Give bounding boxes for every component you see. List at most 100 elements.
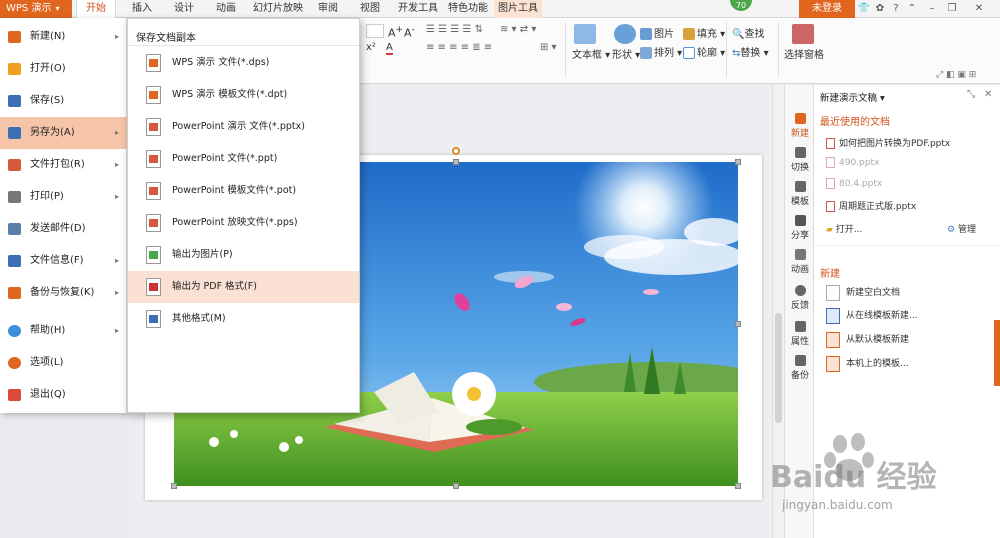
tab-review[interactable]: 审阅 — [312, 0, 344, 18]
save-as-pps[interactable]: PowerPoint 放映文件(*.pps) — [128, 207, 359, 239]
tab-design[interactable]: 设计 — [168, 0, 200, 18]
scrollbar-thumb[interactable] — [775, 313, 782, 423]
tab-developer[interactable]: 开发工具 — [396, 0, 440, 18]
close-icon[interactable]: ✕ — [965, 2, 993, 16]
sidebar-item-template[interactable]: 模板 — [785, 181, 815, 207]
save-as-dps[interactable]: WPS 演示 文件(*.dps) — [128, 47, 359, 79]
tab-view[interactable]: 视图 — [354, 0, 386, 18]
quick-status-icons[interactable]: ⤢ ◧ ▣ ⊞ — [936, 70, 976, 80]
menu-item-package[interactable]: 文件打包(R) ▸ — [0, 149, 127, 181]
rotate-handle[interactable] — [452, 147, 460, 155]
tab-home[interactable]: 开始 — [76, 0, 116, 18]
superscript-icon[interactable]: x² — [366, 42, 376, 53]
tab-picture-tools[interactable]: 图片工具 — [494, 0, 542, 18]
menu-item-file-info[interactable]: 文件信息(F) ▸ — [0, 245, 127, 277]
recent-file[interactable]: 490.pptx — [826, 157, 879, 168]
resize-handle[interactable] — [735, 159, 741, 165]
replace-button[interactable]: ⇆替换 ▾ — [732, 44, 769, 59]
paragraph-align-icons-2[interactable]: ≡ ≡ ≡ ≡ ≣ ≡ — [426, 42, 492, 53]
minimize-ribbon-icon[interactable]: ⌃ — [905, 2, 919, 16]
tab-features[interactable]: 特色功能 — [446, 0, 490, 18]
help-icon[interactable]: ? — [889, 2, 903, 16]
menu-item-save-as[interactable]: 另存为(A) ▸ — [0, 117, 127, 149]
local-templates[interactable]: 本机上的模板... — [826, 354, 909, 374]
resize-handle[interactable] — [453, 483, 459, 489]
font-size-box[interactable] — [366, 24, 384, 38]
exit-icon — [8, 389, 21, 401]
menu-item-label: 发送邮件(D) — [30, 223, 86, 234]
outline-button[interactable]: 轮廓 ▾ — [683, 44, 725, 59]
new-from-default-template[interactable]: 从默认模板新建 — [826, 330, 909, 350]
resize-handle[interactable] — [171, 483, 177, 489]
resize-handle[interactable] — [735, 321, 741, 327]
save-as-pptx[interactable]: PowerPoint 演示 文件(*.pptx) — [128, 111, 359, 143]
login-button[interactable]: 未登录 — [799, 0, 855, 18]
menu-item-send-email[interactable]: 发送邮件(D) — [0, 213, 127, 245]
recent-file[interactable]: 如何把图片转换为PDF.pptx — [826, 136, 950, 149]
restore-icon[interactable]: ❐ — [945, 2, 959, 16]
sidebar-item-backup[interactable]: 备份 — [785, 355, 815, 381]
tab-insert[interactable]: 插入 — [126, 0, 158, 18]
save-as-dpt[interactable]: WPS 演示 模板文件(*.dpt) — [128, 79, 359, 111]
shrink-font-icon[interactable]: A- — [404, 24, 415, 40]
new-blank-doc[interactable]: 新建空白文档 — [826, 283, 900, 303]
line-spacing-icon[interactable]: ≋ ▾ ⇄ ▾ — [500, 24, 536, 35]
selection-pane-icon[interactable] — [792, 24, 814, 44]
fill-button[interactable]: 填充 ▾ — [683, 25, 725, 40]
shirt-icon[interactable]: 👕 — [857, 2, 871, 16]
submenu-item-label: 输出为图片(P) — [172, 249, 233, 260]
close-pane-icon[interactable]: ✕ — [984, 89, 992, 100]
open-link[interactable]: ▰ 打开... — [826, 222, 862, 235]
recent-file[interactable]: 80.4.pptx — [826, 178, 882, 189]
pane-collapse-handle[interactable] — [994, 320, 1000, 386]
grow-font-icon[interactable]: A+ — [388, 24, 403, 40]
menu-item-options[interactable]: 选项(L) — [0, 347, 127, 379]
export-as-pdf[interactable]: 输出为 PDF 格式(F) — [128, 271, 359, 303]
resize-handle[interactable] — [735, 483, 741, 489]
arrange-button[interactable]: 排列 ▾ — [640, 44, 682, 59]
sidebar-item-properties[interactable]: 属性 — [785, 321, 815, 347]
menu-item-new[interactable]: 新建(N) ▸ — [0, 21, 127, 53]
selection-pane-button[interactable]: 选择窗格 — [784, 46, 824, 61]
skin-icon[interactable]: ✿ — [873, 2, 887, 16]
find-button[interactable]: 🔍查找 — [732, 25, 764, 40]
menu-item-save[interactable]: 保存(S) — [0, 85, 127, 117]
fill-icon — [683, 28, 695, 40]
columns-icon[interactable]: ⊞ ▾ — [540, 42, 557, 53]
sidebar-item-new[interactable]: 新建 — [785, 113, 815, 139]
save-as-other-formats[interactable]: 其他格式(M) — [128, 303, 359, 335]
font-color-icon[interactable]: A — [386, 42, 393, 55]
watermark-brand: Baidu 经验 — [770, 460, 937, 495]
menu-item-print[interactable]: 打印(P) ▸ — [0, 181, 127, 213]
tab-animation[interactable]: 动画 — [210, 0, 242, 18]
picture-button[interactable]: 图片 — [640, 25, 674, 40]
resize-handle[interactable] — [453, 159, 459, 165]
search-icon: 🔍 — [732, 29, 745, 40]
sidebar-item-share[interactable]: 分享 — [785, 215, 815, 241]
minimize-icon[interactable]: – — [925, 2, 939, 16]
export-as-image[interactable]: 输出为图片(P) — [128, 239, 359, 271]
new-from-online-template[interactable]: 从在线模板新建... — [826, 306, 918, 326]
dock-icon[interactable]: ⤡ — [967, 89, 975, 100]
recent-file[interactable]: 周期题正式版.pptx — [826, 199, 916, 212]
shape-icon[interactable] — [614, 24, 636, 44]
text-box-icon[interactable] — [574, 24, 596, 44]
save-as-ppt[interactable]: PowerPoint 文件(*.ppt) — [128, 143, 359, 175]
sidebar-item-animation[interactable]: 动画 — [785, 249, 815, 275]
new-doc-icon — [794, 113, 806, 124]
menu-item-exit[interactable]: 退出(Q) — [0, 379, 127, 411]
wps-app-menu-button[interactable]: WPS 演示 ▾ — [0, 0, 72, 18]
shape-button[interactable]: 形状 ▾ — [612, 46, 640, 61]
manage-link[interactable]: ⚙ 管理 — [947, 222, 976, 235]
menu-item-backup[interactable]: 备份与恢复(K) ▸ — [0, 277, 127, 309]
menu-item-label: 另存为(A) — [30, 127, 75, 138]
text-box-button[interactable]: 文本框 ▾ — [572, 46, 610, 61]
paragraph-align-icons[interactable]: ☰ ☰ ☰ ☰ ⇅ — [426, 24, 483, 35]
menu-item-open[interactable]: 打开(O) — [0, 53, 127, 85]
task-pane-title[interactable]: 新建演示文稿 ▾ — [820, 90, 885, 104]
save-as-pot[interactable]: PowerPoint 模板文件(*.pot) — [128, 175, 359, 207]
menu-item-help[interactable]: 帮助(H) ▸ — [0, 315, 127, 347]
sidebar-item-feedback[interactable]: 反馈 — [785, 285, 815, 311]
sidebar-item-transition[interactable]: 切换 — [785, 147, 815, 173]
tab-slideshow[interactable]: 幻灯片放映 — [252, 0, 304, 18]
